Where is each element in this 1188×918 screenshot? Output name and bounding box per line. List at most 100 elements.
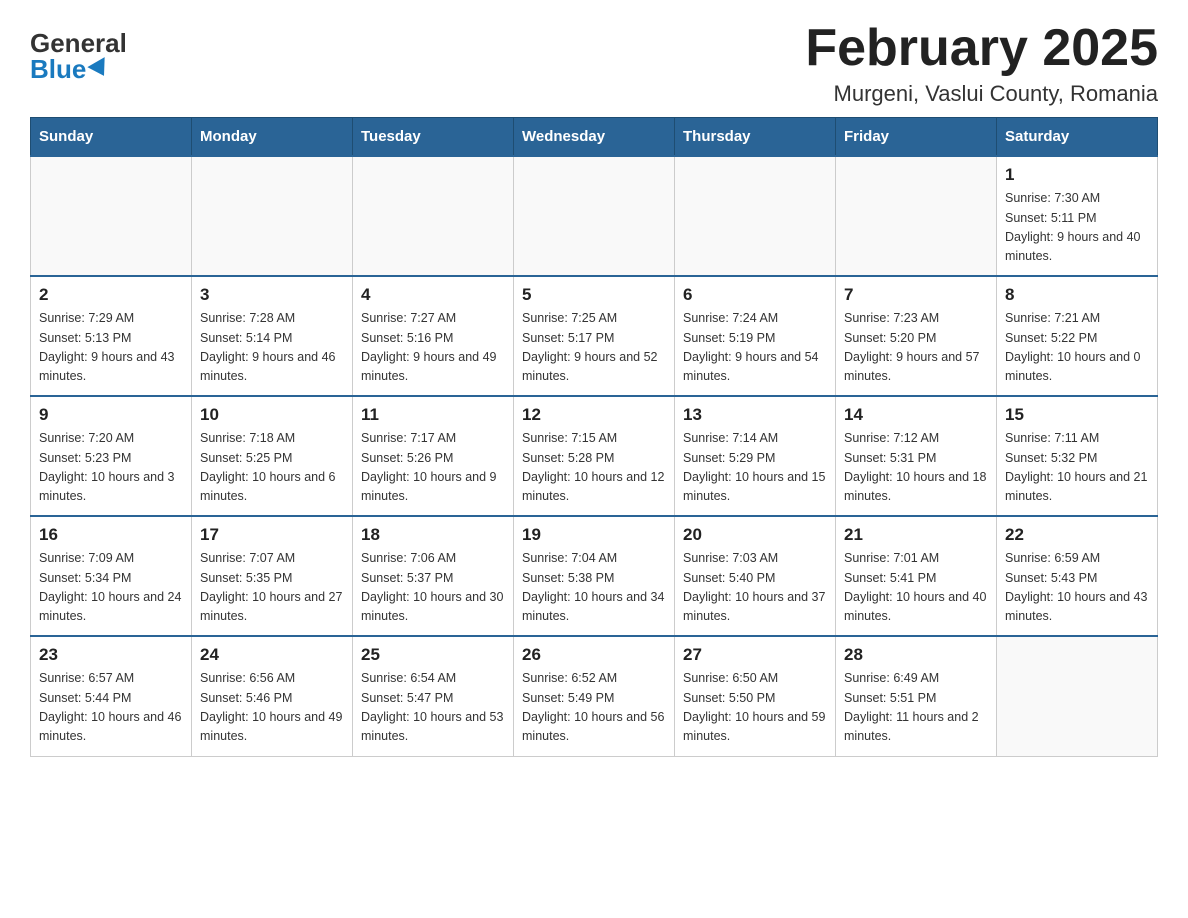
calendar-cell bbox=[31, 156, 192, 276]
day-number: 2 bbox=[39, 285, 183, 305]
calendar-cell: 3 Sunrise: 7:28 AMSunset: 5:14 PMDaylight… bbox=[192, 276, 353, 396]
day-info: Sunrise: 7:30 AMSunset: 5:11 PMDaylight:… bbox=[1005, 189, 1149, 267]
day-info: Sunrise: 7:24 AMSunset: 5:19 PMDaylight:… bbox=[683, 309, 827, 387]
calendar-cell: 1 Sunrise: 7:30 AMSunset: 5:11 PMDaylight… bbox=[997, 156, 1158, 276]
logo-blue-text: Blue bbox=[30, 56, 110, 82]
calendar-cell: 19 Sunrise: 7:04 AMSunset: 5:38 PMDayligh… bbox=[514, 516, 675, 636]
calendar-cell: 9 Sunrise: 7:20 AMSunset: 5:23 PMDaylight… bbox=[31, 396, 192, 516]
week-row-4: 16 Sunrise: 7:09 AMSunset: 5:34 PMDayligh… bbox=[31, 516, 1158, 636]
day-number: 17 bbox=[200, 525, 344, 545]
day-info: Sunrise: 7:04 AMSunset: 5:38 PMDaylight:… bbox=[522, 549, 666, 627]
day-number: 23 bbox=[39, 645, 183, 665]
day-info: Sunrise: 6:52 AMSunset: 5:49 PMDaylight:… bbox=[522, 669, 666, 747]
calendar-cell: 12 Sunrise: 7:15 AMSunset: 5:28 PMDayligh… bbox=[514, 396, 675, 516]
calendar-cell: 21Sunrise: 7:01 AMSunset: 5:41 PMDayligh… bbox=[836, 516, 997, 636]
day-info: Sunrise: 7:25 AMSunset: 5:17 PMDaylight:… bbox=[522, 309, 666, 387]
day-number: 15 bbox=[1005, 405, 1149, 425]
day-number: 13 bbox=[683, 405, 827, 425]
day-number: 28 bbox=[844, 645, 988, 665]
day-info: Sunrise: 6:59 AMSunset: 5:43 PMDaylight:… bbox=[1005, 549, 1149, 627]
calendar-cell: 15 Sunrise: 7:11 AMSunset: 5:32 PMDayligh… bbox=[997, 396, 1158, 516]
calendar-cell: 18Sunrise: 7:06 AMSunset: 5:37 PMDayligh… bbox=[353, 516, 514, 636]
calendar-cell: 11 Sunrise: 7:17 AMSunset: 5:26 PMDayligh… bbox=[353, 396, 514, 516]
calendar-cell: 7Sunrise: 7:23 AMSunset: 5:20 PMDaylight… bbox=[836, 276, 997, 396]
calendar-cell bbox=[514, 156, 675, 276]
week-row-1: 1 Sunrise: 7:30 AMSunset: 5:11 PMDaylight… bbox=[31, 156, 1158, 276]
calendar-cell: 2 Sunrise: 7:29 AMSunset: 5:13 PMDaylight… bbox=[31, 276, 192, 396]
day-info: Sunrise: 7:27 AMSunset: 5:16 PMDaylight:… bbox=[361, 309, 505, 387]
calendar-cell: 4 Sunrise: 7:27 AMSunset: 5:16 PMDaylight… bbox=[353, 276, 514, 396]
day-info: Sunrise: 7:17 AMSunset: 5:26 PMDaylight:… bbox=[361, 429, 505, 507]
day-info: Sunrise: 7:09 AMSunset: 5:34 PMDaylight:… bbox=[39, 549, 183, 627]
day-info: Sunrise: 7:14 AMSunset: 5:29 PMDaylight:… bbox=[683, 429, 827, 507]
day-number: 26 bbox=[522, 645, 666, 665]
calendar-cell: 27 Sunrise: 6:50 AMSunset: 5:50 PMDayligh… bbox=[675, 636, 836, 756]
day-number: 25 bbox=[361, 645, 505, 665]
calendar-cell bbox=[192, 156, 353, 276]
location-title: Murgeni, Vaslui County, Romania bbox=[805, 81, 1158, 107]
day-info: Sunrise: 7:29 AMSunset: 5:13 PMDaylight:… bbox=[39, 309, 183, 387]
calendar-cell: 16 Sunrise: 7:09 AMSunset: 5:34 PMDayligh… bbox=[31, 516, 192, 636]
week-row-5: 23 Sunrise: 6:57 AMSunset: 5:44 PMDayligh… bbox=[31, 636, 1158, 756]
day-number: 1 bbox=[1005, 165, 1149, 185]
day-number: 4 bbox=[361, 285, 505, 305]
week-row-2: 2 Sunrise: 7:29 AMSunset: 5:13 PMDaylight… bbox=[31, 276, 1158, 396]
logo-triangle-icon bbox=[88, 57, 113, 81]
calendar-cell bbox=[836, 156, 997, 276]
calendar-cell: 5 Sunrise: 7:25 AMSunset: 5:17 PMDaylight… bbox=[514, 276, 675, 396]
day-info: Sunrise: 6:54 AMSunset: 5:47 PMDaylight:… bbox=[361, 669, 505, 747]
calendar-cell bbox=[997, 636, 1158, 756]
calendar-cell: 20 Sunrise: 7:03 AMSunset: 5:40 PMDayligh… bbox=[675, 516, 836, 636]
calendar-cell: 10 Sunrise: 7:18 AMSunset: 5:25 PMDayligh… bbox=[192, 396, 353, 516]
day-number: 14 bbox=[844, 405, 988, 425]
calendar-cell: 28Sunrise: 6:49 AMSunset: 5:51 PMDayligh… bbox=[836, 636, 997, 756]
day-info: Sunrise: 7:28 AMSunset: 5:14 PMDaylight:… bbox=[200, 309, 344, 387]
title-block: February 2025 Murgeni, Vaslui County, Ro… bbox=[805, 20, 1158, 107]
day-number: 9 bbox=[39, 405, 183, 425]
calendar-cell: 26 Sunrise: 6:52 AMSunset: 5:49 PMDayligh… bbox=[514, 636, 675, 756]
calendar-cell: 13 Sunrise: 7:14 AMSunset: 5:29 PMDayligh… bbox=[675, 396, 836, 516]
col-sunday: Sunday bbox=[31, 118, 192, 157]
day-number: 11 bbox=[361, 405, 505, 425]
col-tuesday: Tuesday bbox=[353, 118, 514, 157]
calendar-cell: 22 Sunrise: 6:59 AMSunset: 5:43 PMDayligh… bbox=[997, 516, 1158, 636]
col-thursday: Thursday bbox=[675, 118, 836, 157]
day-number: 5 bbox=[522, 285, 666, 305]
day-info: Sunrise: 7:18 AMSunset: 5:25 PMDaylight:… bbox=[200, 429, 344, 507]
day-info: Sunrise: 7:21 AMSunset: 5:22 PMDaylight:… bbox=[1005, 309, 1149, 387]
calendar-cell bbox=[353, 156, 514, 276]
day-info: Sunrise: 7:06 AMSunset: 5:37 PMDaylight:… bbox=[361, 549, 505, 627]
day-info: Sunrise: 7:20 AMSunset: 5:23 PMDaylight:… bbox=[39, 429, 183, 507]
day-number: 19 bbox=[522, 525, 666, 545]
day-info: Sunrise: 7:07 AMSunset: 5:35 PMDaylight:… bbox=[200, 549, 344, 627]
header-row: Sunday Monday Tuesday Wednesday Thursday… bbox=[31, 118, 1158, 157]
week-row-3: 9 Sunrise: 7:20 AMSunset: 5:23 PMDaylight… bbox=[31, 396, 1158, 516]
day-number: 21 bbox=[844, 525, 988, 545]
day-info: Sunrise: 7:12 AMSunset: 5:31 PMDaylight:… bbox=[844, 429, 988, 507]
day-info: Sunrise: 6:56 AMSunset: 5:46 PMDaylight:… bbox=[200, 669, 344, 747]
calendar-cell: 25 Sunrise: 6:54 AMSunset: 5:47 PMDayligh… bbox=[353, 636, 514, 756]
calendar-cell: 17 Sunrise: 7:07 AMSunset: 5:35 PMDayligh… bbox=[192, 516, 353, 636]
logo: General Blue bbox=[30, 20, 127, 82]
day-info: Sunrise: 7:15 AMSunset: 5:28 PMDaylight:… bbox=[522, 429, 666, 507]
day-info: Sunrise: 6:50 AMSunset: 5:50 PMDaylight:… bbox=[683, 669, 827, 747]
day-info: Sunrise: 7:11 AMSunset: 5:32 PMDaylight:… bbox=[1005, 429, 1149, 507]
day-info: Sunrise: 7:03 AMSunset: 5:40 PMDaylight:… bbox=[683, 549, 827, 627]
day-number: 16 bbox=[39, 525, 183, 545]
day-number: 3 bbox=[200, 285, 344, 305]
col-saturday: Saturday bbox=[997, 118, 1158, 157]
day-number: 22 bbox=[1005, 525, 1149, 545]
col-wednesday: Wednesday bbox=[514, 118, 675, 157]
day-number: 12 bbox=[522, 405, 666, 425]
day-info: Sunrise: 6:57 AMSunset: 5:44 PMDaylight:… bbox=[39, 669, 183, 747]
page-header: General Blue February 2025 Murgeni, Vasl… bbox=[30, 20, 1158, 107]
day-number: 20 bbox=[683, 525, 827, 545]
day-number: 6 bbox=[683, 285, 827, 305]
day-number: 27 bbox=[683, 645, 827, 665]
day-number: 10 bbox=[200, 405, 344, 425]
calendar-cell bbox=[675, 156, 836, 276]
calendar-table: Sunday Monday Tuesday Wednesday Thursday… bbox=[30, 117, 1158, 757]
day-number: 8 bbox=[1005, 285, 1149, 305]
calendar-cell: 8 Sunrise: 7:21 AMSunset: 5:22 PMDaylight… bbox=[997, 276, 1158, 396]
calendar-cell: 24Sunrise: 6:56 AMSunset: 5:46 PMDayligh… bbox=[192, 636, 353, 756]
